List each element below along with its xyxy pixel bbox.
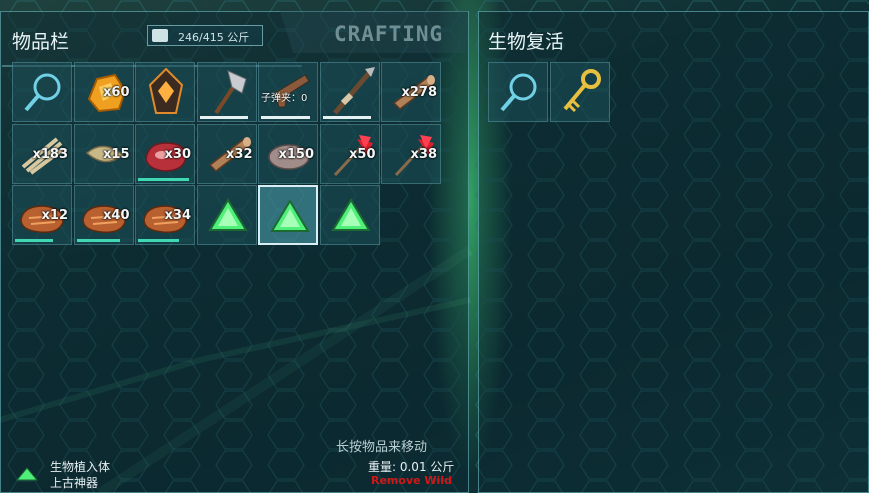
magnifier-icon	[500, 73, 537, 112]
inventory-slot[interactable]	[258, 185, 318, 245]
inventory-slot[interactable]: x40	[73, 185, 134, 245]
inventory-slot[interactable]	[196, 62, 257, 122]
artifact-icon	[16, 467, 38, 481]
tab-crafting[interactable]: CRAFTING	[280, 11, 468, 53]
inventory-slot[interactable]	[196, 185, 257, 245]
ammo-count: 子弹夹：0	[261, 93, 308, 104]
inventory-weight-label: 246/415 公斤	[178, 31, 250, 44]
hatchet-icon	[213, 70, 247, 115]
inventory-slot[interactable]: x15	[73, 123, 134, 184]
spear-icon	[332, 67, 375, 115]
item-quantity: x32	[226, 146, 253, 162]
inventory-slot[interactable]	[319, 185, 380, 245]
magnifier-icon	[24, 73, 61, 112]
spoil-bar	[76, 239, 120, 242]
artifact-icon	[207, 198, 248, 231]
inventory-slot[interactable]: x60	[73, 62, 134, 122]
selected-item-name: 生物植入体	[50, 460, 111, 474]
inventory-slot[interactable]: x278	[381, 62, 441, 122]
inventory-slot[interactable]: x34	[135, 185, 195, 245]
item-quantity: x34	[164, 208, 191, 223]
inventory-slot[interactable]	[135, 62, 195, 122]
item-quantity: x60	[103, 85, 130, 100]
item-quantity: x30	[164, 146, 191, 162]
durability-bar	[199, 116, 249, 119]
artifact-icon	[270, 199, 310, 232]
item-quantity: x40	[103, 208, 130, 223]
inventory-slot[interactable]: x183	[12, 123, 72, 184]
inventory-slot[interactable]: x50	[319, 123, 380, 184]
inventory-slot[interactable]	[319, 62, 380, 122]
spoil-bar	[138, 177, 190, 181]
durability-bar	[322, 116, 372, 119]
item-quantity: x38	[410, 146, 437, 162]
inventory-slot[interactable]: x12	[12, 185, 72, 245]
weight-icon	[152, 29, 168, 42]
selected-item-weight: 重量: 0.01 公斤	[368, 460, 455, 474]
move-hint: 长按物品来移动	[336, 440, 428, 455]
spoil-bar	[138, 239, 179, 242]
artifact-icon	[330, 198, 371, 231]
selected-item-type: 上古神器	[50, 476, 99, 490]
item-quantity: x278	[401, 85, 437, 100]
inventory-slot[interactable]: x38	[381, 123, 441, 184]
inventory-slot[interactable]	[12, 62, 72, 122]
inventory-slot[interactable]: x30	[135, 123, 195, 184]
revival-slot[interactable]	[549, 62, 610, 122]
item-quantity: x15	[103, 146, 130, 162]
item-quantity: x50	[349, 146, 376, 162]
specimen-implant-icon	[148, 67, 184, 114]
revival-title: 生物复活	[488, 31, 565, 53]
remove-wild-label: Remove Wild	[371, 474, 452, 487]
inventory-slot[interactable]: x150	[258, 123, 318, 184]
item-quantity: x12	[41, 208, 68, 223]
item-quantity: x150	[278, 146, 314, 162]
spoil-bar	[15, 239, 53, 242]
inventory-slot[interactable]: 子弹夹：0	[258, 62, 318, 122]
durability-bar	[261, 116, 310, 119]
item-quantity: x183	[32, 146, 68, 162]
key-icon	[562, 69, 601, 113]
revival-slot[interactable]	[488, 62, 548, 122]
inventory-slot[interactable]: x32	[196, 123, 257, 184]
inventory-title: 物品栏	[12, 31, 70, 53]
tab-crafting-label: CRAFTING	[334, 22, 444, 46]
inventory-weight: 246/415 公斤	[147, 25, 263, 46]
